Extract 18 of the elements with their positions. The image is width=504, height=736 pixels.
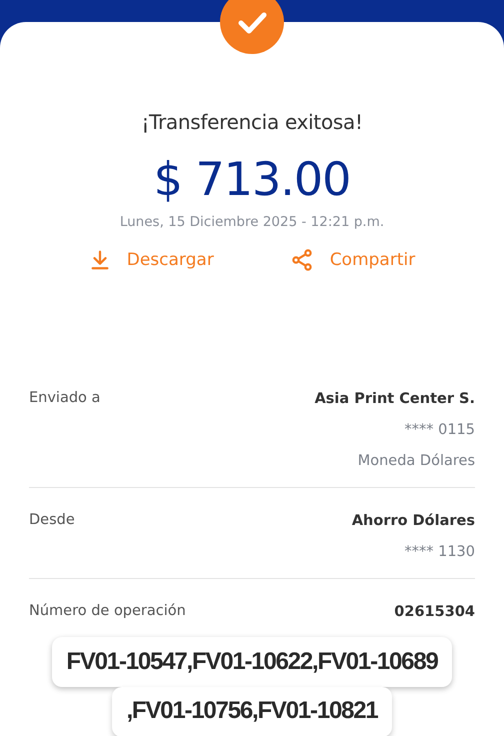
detail-value: Moneda Dólares <box>358 452 475 471</box>
detail-value: Ahorro Dólares <box>352 512 475 531</box>
detail-value: **** 0115 <box>404 421 475 440</box>
caption-text: FV01-10547,FV01-10622,FV01-10689 <box>52 637 452 687</box>
download-button[interactable]: Descargar <box>88 248 214 272</box>
share-button[interactable]: Compartir <box>290 248 416 272</box>
detail-value: **** 1130 <box>404 543 475 562</box>
amount: $ 713.00 <box>154 152 350 206</box>
caption-text: ,FV01-10756,FV01-10821 <box>112 687 392 736</box>
download-icon <box>88 249 111 271</box>
share-icon <box>290 248 314 272</box>
detail-label: Número de operación <box>29 603 186 621</box>
detail-value: 02615304 <box>394 603 475 622</box>
detail-label: Enviado a <box>29 390 100 408</box>
date-time: Lunes, 15 Diciembre 2025 - 12:21 p.m. <box>120 214 384 230</box>
detail-value: Asia Print Center S. <box>314 390 475 409</box>
detail-label: Desde <box>29 512 75 530</box>
success-title: ¡Transferencia exitosa! <box>141 110 363 134</box>
